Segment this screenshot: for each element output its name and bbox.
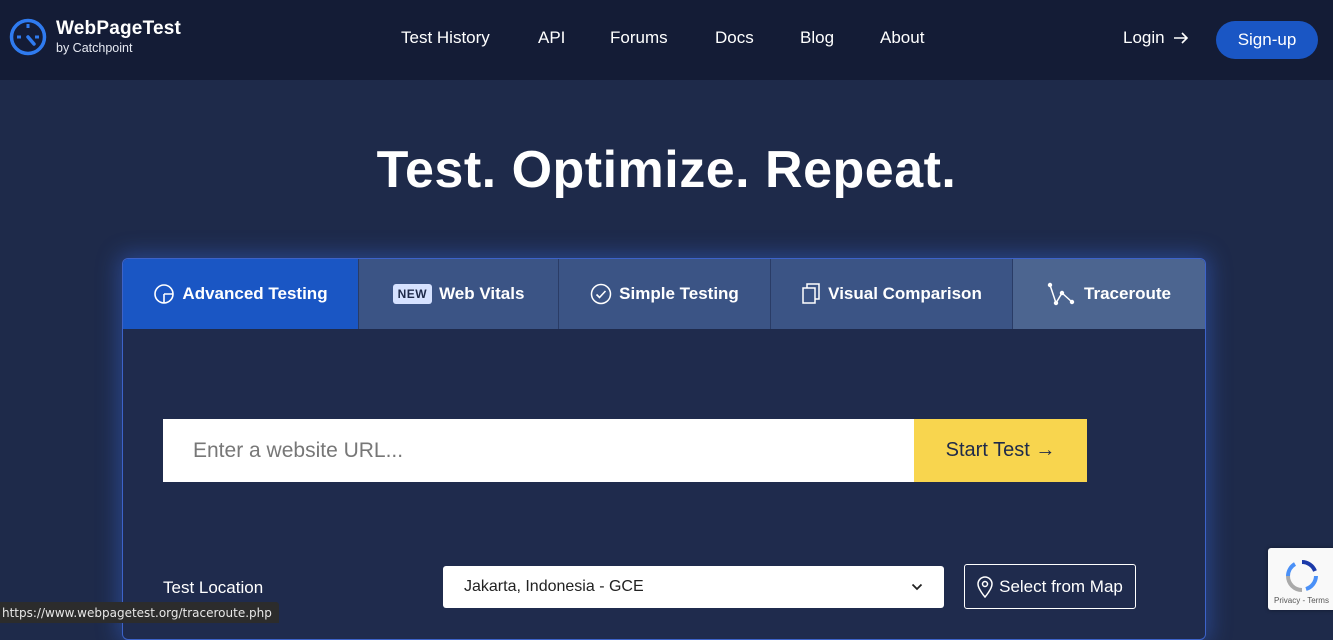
nav-api[interactable]: API <box>538 28 565 48</box>
brand-title: WebPageTest <box>56 18 182 40</box>
map-pin-icon <box>977 575 993 598</box>
chevron-down-icon <box>911 583 923 591</box>
recaptcha-badge[interactable]: Privacy - Terms <box>1268 548 1333 610</box>
test-card: Advanced Testing NEW Web Vitals Simple T… <box>122 258 1206 640</box>
brand-subtitle: by Catchpoint <box>56 41 133 56</box>
tab-visual-comparison[interactable]: Visual Comparison <box>771 259 1013 329</box>
recaptcha-icon <box>1286 560 1318 592</box>
tab-label: Visual Comparison <box>828 284 982 303</box>
url-form: Start Test → <box>163 419 1087 482</box>
signup-button[interactable]: Sign-up <box>1216 21 1318 59</box>
login-label: Login <box>1123 28 1165 47</box>
nav-blog[interactable]: Blog <box>800 28 834 48</box>
brand-logo[interactable]: WebPageTest by Catchpoint <box>9 18 181 56</box>
test-location-label: Test Location <box>163 578 264 597</box>
nav-forums[interactable]: Forums <box>610 28 668 48</box>
site-header: WebPageTest by Catchpoint Test History A… <box>0 0 1333 80</box>
nav-test-history[interactable]: Test History <box>401 28 490 48</box>
nav-docs[interactable]: Docs <box>715 28 754 48</box>
select-from-map-button[interactable]: Select from Map <box>964 564 1136 609</box>
tab-advanced-testing[interactable]: Advanced Testing <box>123 259 359 329</box>
url-input[interactable] <box>163 419 914 482</box>
tab-traceroute[interactable]: Traceroute <box>1013 259 1205 329</box>
start-test-button[interactable]: Start Test → <box>914 419 1087 482</box>
hero-title: Test. Optimize. Repeat. <box>376 141 957 199</box>
check-circle-icon <box>590 283 612 305</box>
map-button-label: Select from Map <box>999 576 1123 596</box>
tab-label: Web Vitals <box>439 284 525 303</box>
speedometer-icon <box>9 18 47 56</box>
documents-icon <box>802 283 820 304</box>
test-location-value: Jakarta, Indonesia - GCE <box>464 578 644 595</box>
new-badge: NEW <box>392 284 433 304</box>
tab-label: Simple Testing <box>619 284 739 303</box>
test-tabs: Advanced Testing NEW Web Vitals Simple T… <box>123 259 1205 329</box>
tab-label: Advanced Testing <box>182 284 328 303</box>
test-location-select[interactable]: Jakarta, Indonesia - GCE <box>443 566 944 608</box>
tab-web-vitals[interactable]: NEW Web Vitals <box>359 259 559 329</box>
status-bar-url: https://www.webpagetest.org/traceroute.p… <box>0 602 279 623</box>
arrow-right-icon <box>1173 32 1188 44</box>
tab-simple-testing[interactable]: Simple Testing <box>559 259 771 329</box>
recaptcha-terms[interactable]: Privacy - Terms <box>1274 596 1329 605</box>
nav-about[interactable]: About <box>880 28 924 48</box>
login-link[interactable]: Login <box>1123 28 1189 48</box>
gauge-icon <box>154 284 175 304</box>
tab-label: Traceroute <box>1084 284 1171 303</box>
route-icon <box>1047 282 1075 306</box>
